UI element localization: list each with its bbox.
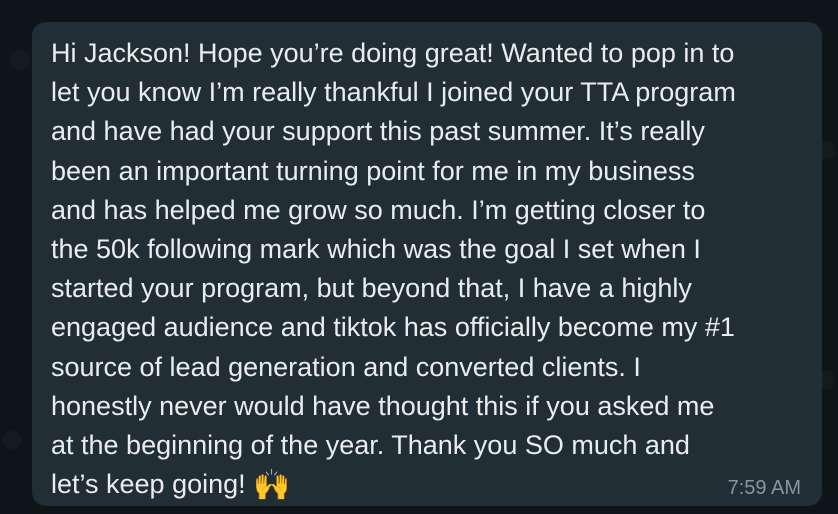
raising-hands-icon: 🙌 (253, 469, 291, 503)
message-line: and has helped me grow so much. I’m gett… (51, 194, 706, 225)
message-timestamp: 7:59 AM (727, 477, 801, 499)
message-line: at the beginning of the year. Thank you … (51, 430, 690, 461)
message-line: honestly never would have thought this i… (51, 390, 715, 421)
message-line: let’s keep going! (51, 469, 254, 500)
message-text: Hi Jackson! Hope you’re doing great! Wan… (51, 34, 819, 504)
message-line: Hi Jackson! Hope you’re doing great! Wan… (51, 38, 735, 68)
message-line: and have had your support this past summ… (51, 116, 705, 147)
message-line: let you know I’m really thankful I joine… (51, 77, 736, 108)
message-line: the 50k following mark which was the goa… (51, 234, 701, 265)
message-line: started your program, but beyond that, I… (51, 273, 692, 304)
message-bubble[interactable]: Hi Jackson! Hope you’re doing great! Wan… (32, 22, 822, 506)
message-line: engaged audience and tiktok has official… (51, 312, 735, 343)
message-line: been an important turning point for me i… (51, 155, 695, 186)
message-line: source of lead generation and converted … (51, 351, 641, 382)
